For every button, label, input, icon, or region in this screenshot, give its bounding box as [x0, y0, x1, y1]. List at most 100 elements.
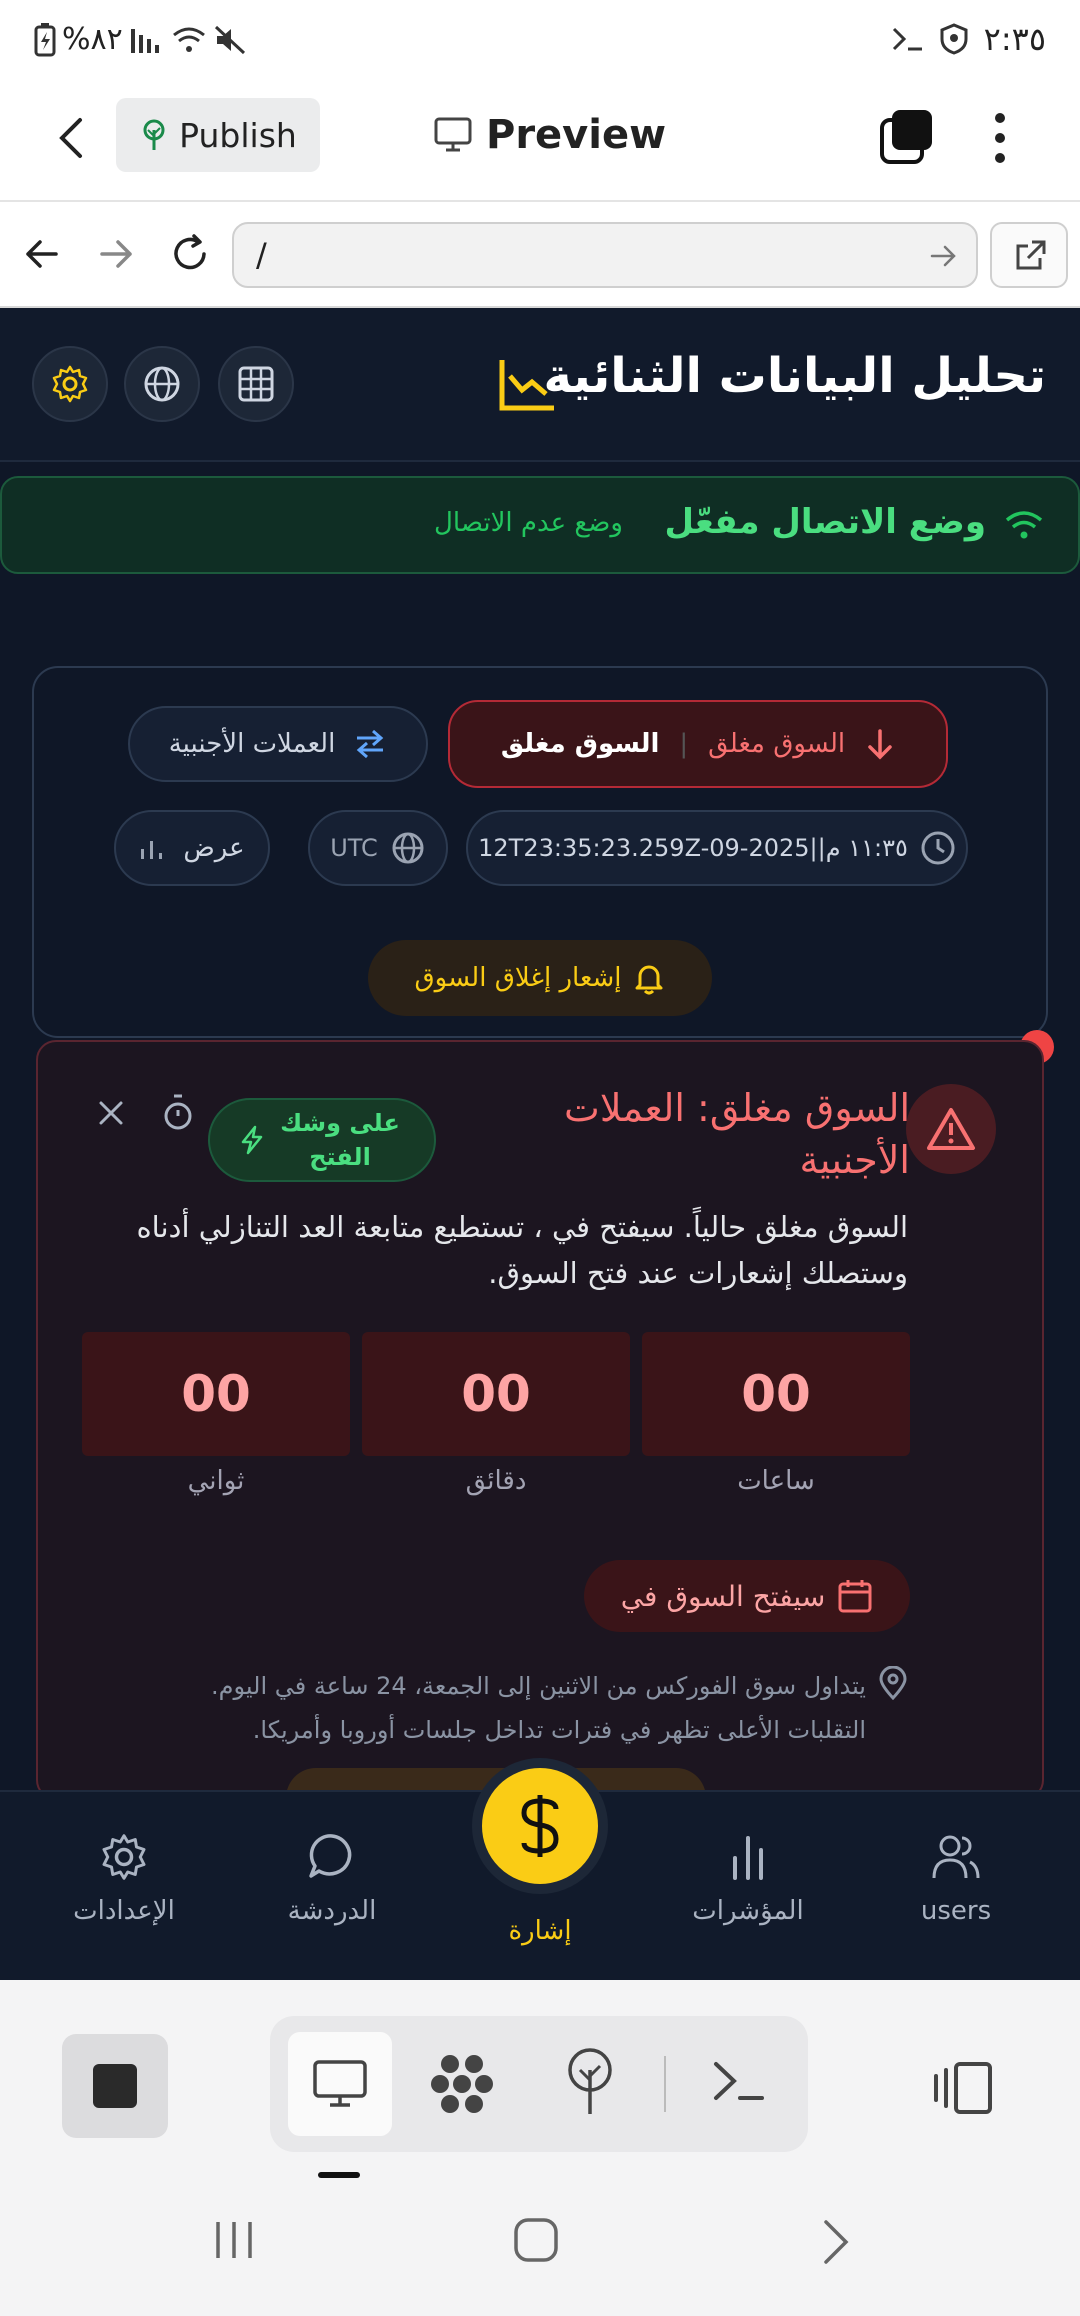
tree-icon [143, 119, 165, 150]
page-title: تحليل البيانات الثنائية [543, 348, 1046, 404]
toolbar-divider [664, 2056, 666, 2112]
nav-users[interactable]: users [866, 1832, 1046, 1926]
nav-chat-label: الدردشة [287, 1896, 377, 1926]
close-icon[interactable] [96, 1098, 126, 1128]
tabs-icon [880, 110, 932, 164]
nav-indicators[interactable]: المؤشرات [658, 1832, 838, 1926]
bolt-icon [241, 1125, 263, 1155]
monitor-icon [434, 117, 472, 152]
bars-icon [141, 841, 163, 859]
alert-icon-wrap [906, 1084, 996, 1174]
stop-button[interactable] [62, 2034, 168, 2138]
offline-mode-toggle[interactable]: وضع عدم الاتصال [434, 508, 623, 538]
market-status-bold: السوق مغلق [500, 729, 660, 759]
opens-at-pill: سيفتح السوق في [584, 1560, 910, 1632]
clock-text: ١١:٣٥ م||12T23:35:23.259Z-09-2025 [478, 834, 908, 862]
publish-label: Publish [179, 115, 297, 155]
nav-signal-button[interactable] [472, 1758, 608, 1894]
url-text[interactable]: / [256, 236, 267, 274]
go-arrow-icon[interactable] [928, 242, 958, 270]
stop-icon [93, 2064, 137, 2108]
countdown-seconds: 00 [82, 1332, 350, 1456]
nav-settings[interactable]: الإعدادات [34, 1832, 214, 1926]
more-vertical-icon [995, 113, 1005, 163]
timezone-label: UTC [330, 834, 378, 862]
settings-button[interactable] [32, 346, 108, 422]
globe-icon [144, 366, 180, 402]
market-status-label: السوق مغلق [708, 729, 846, 759]
connection-status: وضع الاتصال مفعّل [664, 502, 986, 542]
reload-icon [174, 234, 206, 270]
warning-icon [927, 1108, 975, 1150]
deploy-button[interactable] [562, 2046, 618, 2118]
publish-button[interactable]: Publish [116, 98, 320, 172]
clock-icon [921, 831, 955, 865]
bell-icon [635, 965, 663, 995]
view-toggle[interactable]: عرض [114, 810, 270, 886]
countdown-seconds-label: ثواني [187, 1466, 245, 1496]
agent-button[interactable] [428, 2050, 496, 2118]
status-right: ٢:٣٥ [890, 20, 1046, 58]
signal-icon [130, 28, 159, 53]
back-button[interactable] [52, 114, 92, 162]
external-link-icon [1016, 240, 1046, 270]
alert-title: السوق مغلق: العملات الأجنبية [564, 1086, 910, 1182]
opens-at-label: سيفتح السوق في [620, 1579, 826, 1613]
preview-title[interactable]: Preview [434, 102, 666, 168]
tabs-button[interactable] [878, 108, 936, 166]
arrow-right-icon [100, 240, 132, 268]
chevron-left-icon [59, 118, 82, 158]
terminal-icon [892, 27, 922, 51]
app-bar: Publish Preview [0, 80, 1080, 202]
system-navigation [0, 2180, 1080, 2316]
dollar-icon [521, 1795, 559, 1857]
recent-apps-button[interactable] [212, 2218, 256, 2262]
browser-back-button[interactable] [22, 234, 62, 274]
timer-reset-icon[interactable] [160, 1094, 196, 1132]
battery-level: %٨٢ [62, 22, 123, 57]
open-external-button[interactable] [990, 222, 1068, 288]
timezone-selector[interactable]: UTC [308, 810, 448, 886]
language-button[interactable] [124, 346, 200, 422]
market-info-line-1: يتداول سوق الفوركس من الاثنين إلى الجمعة… [211, 1672, 866, 1700]
browser-forward-button[interactable] [96, 234, 136, 274]
flower-icon [431, 2055, 493, 2113]
clock-time: ٢:٣٥ [983, 20, 1046, 58]
status-bar: %٨٢ ٢:٣٥ [0, 0, 1080, 80]
currency-category-button[interactable]: العملات الأجنبية [128, 706, 428, 782]
countdown-hours: 00 [642, 1332, 910, 1456]
badge-label: على وشك الفتح [280, 1109, 400, 1171]
market-close-notification-button[interactable]: إشعار إغلاق السوق [368, 940, 712, 1016]
divider: | [679, 729, 689, 759]
device-switch-button[interactable] [930, 2060, 994, 2116]
editor-toolbar [0, 1980, 1080, 2180]
notification-label: إشعار إغلاق السوق [414, 963, 622, 993]
system-back-button[interactable] [818, 2218, 854, 2266]
countdown-minutes: 00 [362, 1332, 630, 1456]
status-badge: على وشك الفتح [208, 1098, 436, 1182]
globe-icon [392, 832, 424, 864]
reload-button[interactable] [168, 232, 212, 276]
calendar-icon [838, 1580, 872, 1613]
console-button[interactable] [710, 2056, 768, 2106]
battery-icon [34, 22, 56, 56]
swap-icon [357, 729, 384, 759]
nav-indicators-label: المؤشرات [692, 1896, 804, 1926]
grid-button[interactable] [218, 346, 294, 422]
more-menu-button[interactable] [986, 108, 1014, 168]
status-left: %٨٢ [34, 22, 247, 57]
market-status-pill[interactable]: السوق مغلق | السوق مغلق [448, 700, 948, 788]
market-info-line-2: التقلبات الأعلى تظهر في فترات تداخل جلسا… [252, 1716, 866, 1744]
nav-chat[interactable]: الدردشة [242, 1832, 422, 1926]
nav-settings-label: الإعدادات [73, 1896, 175, 1926]
view-label: عرض [183, 833, 245, 863]
location-pin-icon [879, 1666, 907, 1700]
home-button[interactable] [512, 2216, 560, 2264]
bottom-navigation: users المؤشرات إشارة الدردشة الإعدادات [0, 1758, 1080, 1980]
arrow-down-icon [868, 729, 892, 760]
grid-icon [238, 366, 274, 402]
chat-bubble-icon [309, 1834, 352, 1878]
market-closed-alert: السوق مغلق: العملات الأجنبية على وشك الف… [36, 1040, 1044, 1800]
desktop-view-button[interactable] [288, 2032, 392, 2136]
url-bar[interactable]: / [232, 222, 978, 288]
